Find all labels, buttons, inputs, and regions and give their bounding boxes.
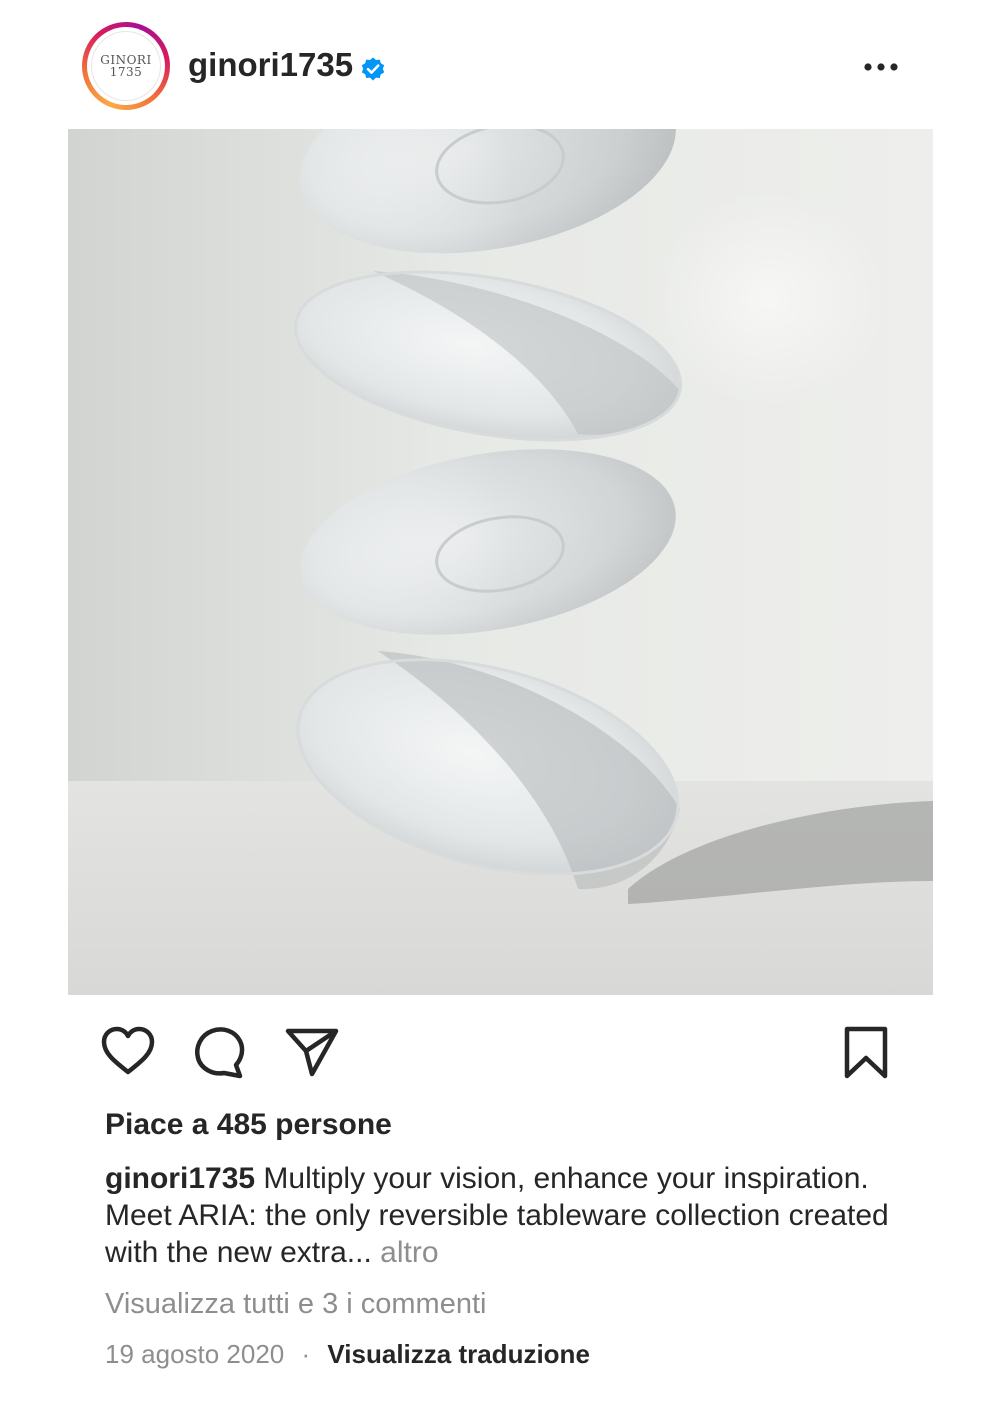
- heart-icon[interactable]: [100, 1025, 156, 1079]
- verified-badge-icon: [361, 57, 385, 81]
- post-caption: ginori1735 Multiply your vision, enhance…: [105, 1160, 905, 1271]
- post-image[interactable]: [68, 129, 933, 995]
- bookmark-icon[interactable]: [842, 1025, 890, 1081]
- translate-link[interactable]: Visualizza traduzione: [327, 1339, 589, 1369]
- send-icon[interactable]: [284, 1025, 340, 1079]
- more-icon[interactable]: [860, 55, 902, 79]
- post-date: 19 agosto 2020: [105, 1339, 285, 1369]
- post-header: GINORI 1735 ginori1735: [0, 0, 1000, 130]
- comment-icon[interactable]: [193, 1025, 247, 1079]
- avatar[interactable]: GINORI 1735: [82, 22, 170, 110]
- avatar-logo-line2: 1735: [109, 65, 143, 79]
- caption-username[interactable]: ginori1735: [105, 1162, 255, 1195]
- post-meta: 19 agosto 2020 · Visualizza traduzione: [105, 1339, 590, 1370]
- avatar-logo: GINORI 1735: [91, 31, 161, 101]
- meta-separator: ·: [301, 1339, 311, 1369]
- username-link[interactable]: ginori1735: [188, 46, 353, 84]
- action-bar: [0, 1020, 1000, 1084]
- caption-more-link[interactable]: altro: [380, 1236, 438, 1269]
- likes-count[interactable]: Piace a 485 persone: [105, 1108, 392, 1142]
- plates-photo: [68, 129, 933, 995]
- avatar-frame: GINORI 1735: [87, 27, 165, 105]
- view-comments-link[interactable]: Visualizza tutti e 3 i commenti: [105, 1288, 486, 1321]
